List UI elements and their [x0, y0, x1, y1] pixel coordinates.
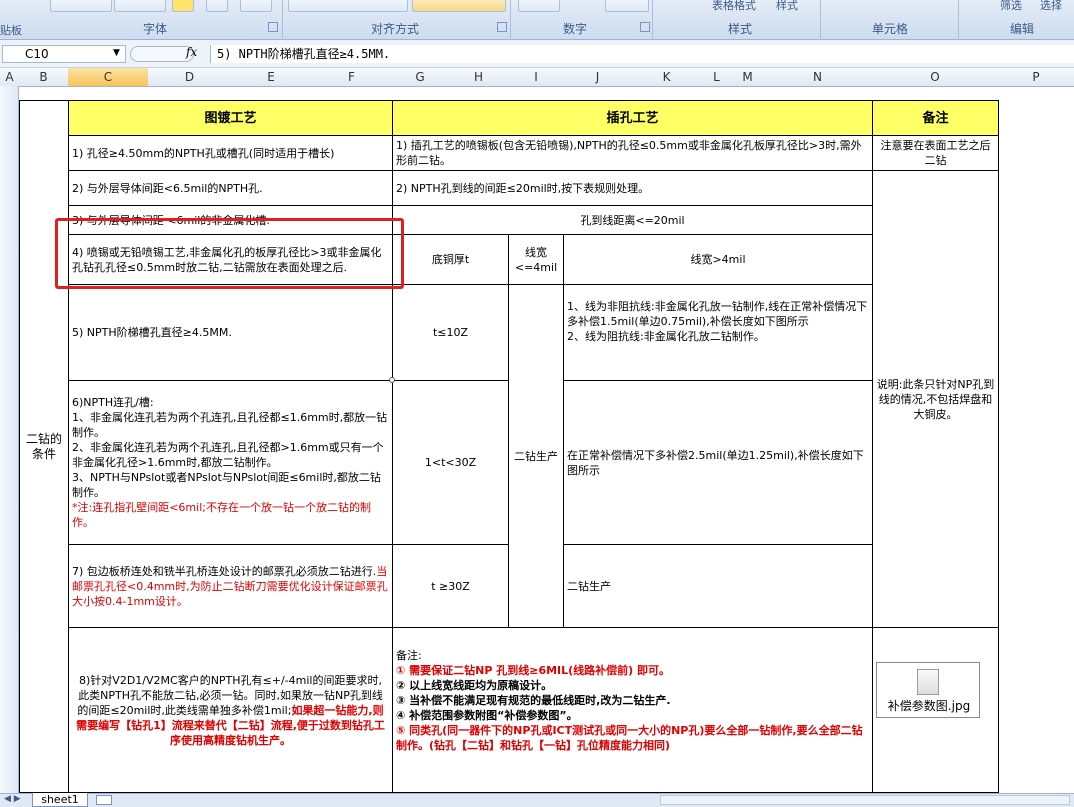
number-dialog-launcher-icon[interactable]	[640, 22, 650, 32]
font-dialog-launcher-icon[interactable]	[268, 22, 278, 32]
format-as-table-button[interactable]: 表格格式	[712, 0, 756, 13]
row7-rule[interactable]: 二钻生产	[563, 544, 873, 628]
note-5: ⑤ 同类孔(同一器件下的NP孔或ICT测试孔或同一大小的NP孔)要么全部一钻制作…	[396, 724, 863, 752]
column-header-e[interactable]: E	[231, 68, 312, 87]
column-header-p[interactable]: P	[998, 68, 1074, 87]
highlight-box	[55, 218, 404, 289]
header-remark[interactable]: 备注	[872, 100, 999, 136]
row6-left[interactable]: 6)NPTH连孔/槽: 1、非金属化连孔若为两个孔连孔,且孔径都≤1.6mm时,…	[68, 380, 393, 545]
side-label: 二钻的条件	[25, 431, 62, 461]
column-header-h[interactable]: H	[448, 68, 510, 87]
row3-mid[interactable]: 孔到线距离<=20mil	[392, 205, 873, 235]
number-group-label: 数字	[562, 22, 587, 36]
image-file-icon	[917, 669, 939, 695]
row7-left[interactable]: 7) 包边板桥连处和铣半孔桥连处设计的邮票孔必须放二钻进行.当邮票孔孔径<0.4…	[68, 544, 393, 628]
column-header-d[interactable]: D	[148, 68, 232, 87]
note-3: ③ 当补偿不能满足现有规范的最低线距时,改为二钻生产.	[396, 694, 671, 707]
currency-button[interactable]	[518, 0, 560, 12]
selection-handle[interactable]	[389, 377, 395, 383]
notes-title: 备注:	[396, 649, 422, 662]
column-header-o[interactable]: O	[872, 68, 999, 87]
side-label-cell[interactable]: 二钻的条件	[19, 100, 69, 793]
row5-rule[interactable]: 1、线为非阻抗线:非金属化孔放一钻制作,线在正常补偿情况下多补偿1.5mil(单…	[563, 284, 873, 381]
formula-input[interactable]: 5) NPTH阶梯槽孔直径≥4.5MM.	[210, 45, 1074, 63]
clipboard-group-label: 贴板	[0, 24, 22, 37]
column-header-b[interactable]: B	[19, 68, 69, 87]
font-size-box[interactable]	[114, 0, 166, 12]
column-header-i[interactable]: I	[509, 68, 564, 87]
row1-remark[interactable]: 注意要在表面工艺之后二钻	[872, 135, 999, 171]
cells-group-label: 单元格	[871, 22, 908, 36]
column-header-a[interactable]: A	[0, 68, 20, 87]
row1-mid[interactable]: 1) 插孔工艺的喷锡板(包含无铅喷锡),NPTH的孔径≤0.5mm或非金属化孔板…	[392, 135, 873, 171]
merge-button[interactable]	[412, 0, 506, 12]
column-header-f[interactable]: F	[311, 68, 393, 87]
sub-lw-big[interactable]: 线宽>4mil	[563, 234, 873, 285]
insert-sheet-icon[interactable]	[96, 795, 112, 805]
row2-left[interactable]: 2) 与外层导体间距<6.5mil的NPTH孔.	[68, 170, 393, 206]
tab-nav-arrows-icon[interactable]: ◀ ▶	[4, 794, 21, 804]
sub-copper[interactable]: 底铜厚t	[392, 234, 509, 285]
note-1: ① 需要保证二钻NP 孔到线≥6MIL(线路补偿前) 即可。	[396, 664, 671, 677]
align-buttons[interactable]	[288, 0, 408, 12]
header-plug[interactable]: 插孔工艺	[392, 100, 873, 136]
decimal-button[interactable]	[605, 0, 649, 12]
name-box[interactable]: C10	[2, 45, 126, 63]
row6-remark[interactable]: 说明:此条只针对NP孔到线的情况,不包括焊盘和大铜皮。	[872, 170, 999, 628]
cell-styles-button[interactable]: 样式	[776, 0, 798, 13]
column-header-j[interactable]: J	[563, 68, 633, 87]
column-header-m[interactable]: M	[732, 68, 764, 87]
column-header-c[interactable]: C	[68, 68, 149, 87]
name-box-dropdown-icon[interactable]: ▼	[113, 48, 120, 58]
column-header-l[interactable]: L	[701, 68, 733, 87]
formula-separator	[130, 46, 194, 62]
column-header-k[interactable]: K	[632, 68, 702, 87]
attachment-label: 补偿参数图.jpg	[887, 699, 971, 713]
note-4: ④ 补偿范围参数附图“补偿参数图”。	[396, 709, 578, 722]
note-2: ② 以上线宽线距均为原稿设计。	[396, 679, 553, 692]
row1-left[interactable]: 1) 孔径≥4.50mm的NPTH孔或槽孔(同时适用于槽长)	[68, 135, 393, 171]
row6-t[interactable]: 1<t<30Z	[392, 380, 509, 545]
row-headers[interactable]	[0, 86, 19, 793]
font-name-box[interactable]	[50, 0, 112, 12]
insert-function-icon[interactable]: fx	[186, 45, 197, 59]
editing-group-label: 编辑	[1009, 22, 1034, 36]
styles-group-label: 样式	[727, 22, 752, 36]
row7-left-text: 7) 包边板桥连处和铣半孔桥连处设计的邮票孔必须放二钻进行.	[72, 564, 377, 578]
ribbon: 贴板 字体 对齐方式 数字 表格格式 样式 样式 单元格 筛选 选择 编辑	[0, 0, 1074, 40]
border-button[interactable]	[240, 0, 272, 12]
row6-left-note: *注:连孔指孔壁间距<6mil;不存在一个放一钻一个放二钻的制作。	[72, 501, 371, 529]
row2-mid[interactable]: 2) NPTH孔到线的间距≤20mil时,按下表规则处理。	[392, 170, 873, 206]
column-header-n[interactable]: N	[763, 68, 873, 87]
fill-color-button[interactable]	[172, 0, 194, 12]
row8-notes[interactable]: 备注: ① 需要保证二钻NP 孔到线≥6MIL(线路补偿前) 即可。 ② 以上线…	[392, 627, 873, 793]
alignment-dialog-launcher-icon[interactable]	[497, 22, 507, 32]
row5-t[interactable]: t≤10Z	[392, 284, 509, 381]
filter-button[interactable]: 筛选	[1000, 0, 1022, 13]
select-button[interactable]: 选择	[1040, 0, 1062, 13]
horizontal-scrollbar[interactable]	[660, 795, 1070, 805]
header-plating[interactable]: 图镀工艺	[68, 100, 393, 136]
row6-rule[interactable]: 在正常补偿情况下多补偿2.5mil(单边1.25mil),补偿长度如下图所示	[563, 380, 873, 545]
row6-left-text: 6)NPTH连孔/槽: 1、非金属化连孔若为两个孔连孔,且孔径都≤1.6mm时,…	[72, 396, 388, 499]
attachment-object[interactable]: 补偿参数图.jpg	[876, 662, 980, 718]
row8-left[interactable]: 8)针对V2D1/V2MC客户的NPTH孔有≤+/-4mil的间距要求时,此类N…	[68, 627, 393, 793]
font-color-button[interactable]	[206, 0, 228, 12]
column-header-g[interactable]: G	[392, 68, 449, 87]
row6-drill2[interactable]: 二钻生产	[508, 284, 564, 628]
row7-t[interactable]: t ≥30Z	[392, 544, 509, 628]
row5-left[interactable]: 5) NPTH阶梯槽孔直径≥4.5MM.	[68, 284, 393, 381]
sub-lw-small[interactable]: 线宽<=4mil	[508, 234, 564, 285]
font-group-label: 字体	[142, 22, 167, 36]
sheet-tab-sheet1[interactable]: sheet1	[32, 793, 88, 807]
alignment-group-label: 对齐方式	[370, 22, 419, 36]
